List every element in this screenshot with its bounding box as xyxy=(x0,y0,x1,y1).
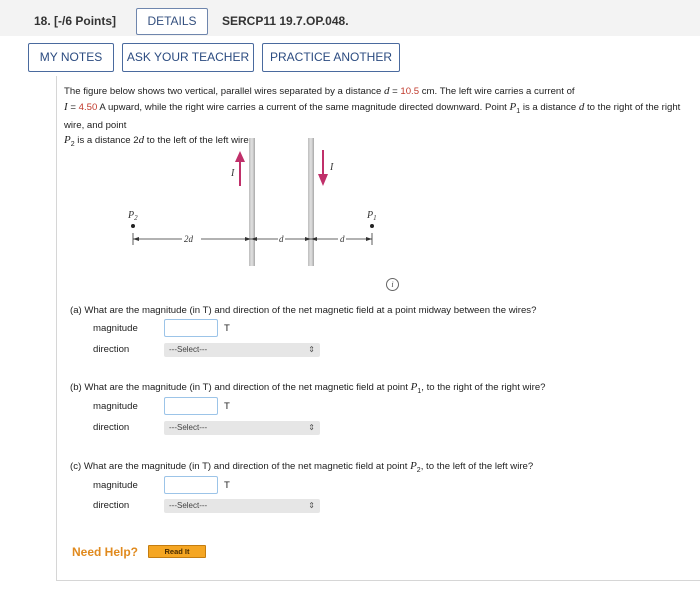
part-b-unit: T xyxy=(224,401,230,412)
chevron-updown-icon: ⇕ xyxy=(308,423,315,432)
part-a-unit: T xyxy=(224,323,230,334)
need-help-label: Need Help? xyxy=(72,545,139,559)
distance-value: 10.5 xyxy=(400,86,420,97)
part-c-question: (c) What are the magnitude (in T) and di… xyxy=(70,460,534,474)
part-c-unit: T xyxy=(224,480,230,491)
p1-label: P1 xyxy=(366,210,377,222)
p2-label: P2 xyxy=(127,210,138,222)
part-a-direction-select[interactable]: ---Select--- ⇕ xyxy=(164,343,320,357)
part-c-magnitude-label: magnitude xyxy=(93,480,138,491)
ask-teacher-button[interactable]: ASK YOUR TEACHER xyxy=(122,43,254,72)
current-value: 4.50 xyxy=(78,101,98,113)
info-icon[interactable]: i xyxy=(386,278,399,291)
left-wire xyxy=(249,138,255,266)
part-b-magnitude-input[interactable] xyxy=(164,397,218,415)
part-a-direction-label: direction xyxy=(93,344,130,355)
point-p2 xyxy=(131,224,135,228)
question-code: SERCP11 19.7.OP.048. xyxy=(222,14,349,28)
practice-another-button[interactable]: PRACTICE ANOTHER xyxy=(262,43,400,72)
dim-label-2d: 2d xyxy=(184,234,194,244)
part-b-direction-label: direction xyxy=(93,422,130,433)
part-b-question: (b) What are the magnitude (in T) and di… xyxy=(70,381,546,395)
part-c-magnitude-input[interactable] xyxy=(164,476,218,494)
dim-label-d-right: d xyxy=(340,234,345,244)
part-a-magnitude-input[interactable] xyxy=(164,319,218,337)
part-c-direction-label: direction xyxy=(93,500,130,511)
wires-figure: I I P2 P1 2d d d xyxy=(127,138,377,266)
point-p1 xyxy=(370,224,374,228)
chevron-updown-icon: ⇕ xyxy=(308,501,315,510)
question-number: 18. [-/6 Points] xyxy=(34,14,117,28)
part-b-magnitude-label: magnitude xyxy=(93,401,138,412)
dim-label-d-mid: d xyxy=(279,234,284,244)
current-up-arrow xyxy=(235,151,245,186)
part-c-direction-select[interactable]: ---Select--- ⇕ xyxy=(164,499,320,513)
current-down-arrow xyxy=(318,150,328,186)
right-wire xyxy=(308,138,314,266)
current-label-left: I xyxy=(230,168,235,179)
part-a-question: (a) What are the magnitude (in T) and di… xyxy=(70,305,537,316)
points-label: [-/6 Points] xyxy=(54,14,117,28)
part-a-magnitude-label: magnitude xyxy=(93,323,138,334)
current-label-right: I xyxy=(329,162,334,173)
read-it-button[interactable]: Read It xyxy=(148,545,206,558)
details-button[interactable]: DETAILS xyxy=(136,8,208,35)
chevron-updown-icon: ⇕ xyxy=(308,345,315,354)
part-b-direction-select[interactable]: ---Select--- ⇕ xyxy=(164,421,320,435)
my-notes-button[interactable]: MY NOTES xyxy=(28,43,114,72)
